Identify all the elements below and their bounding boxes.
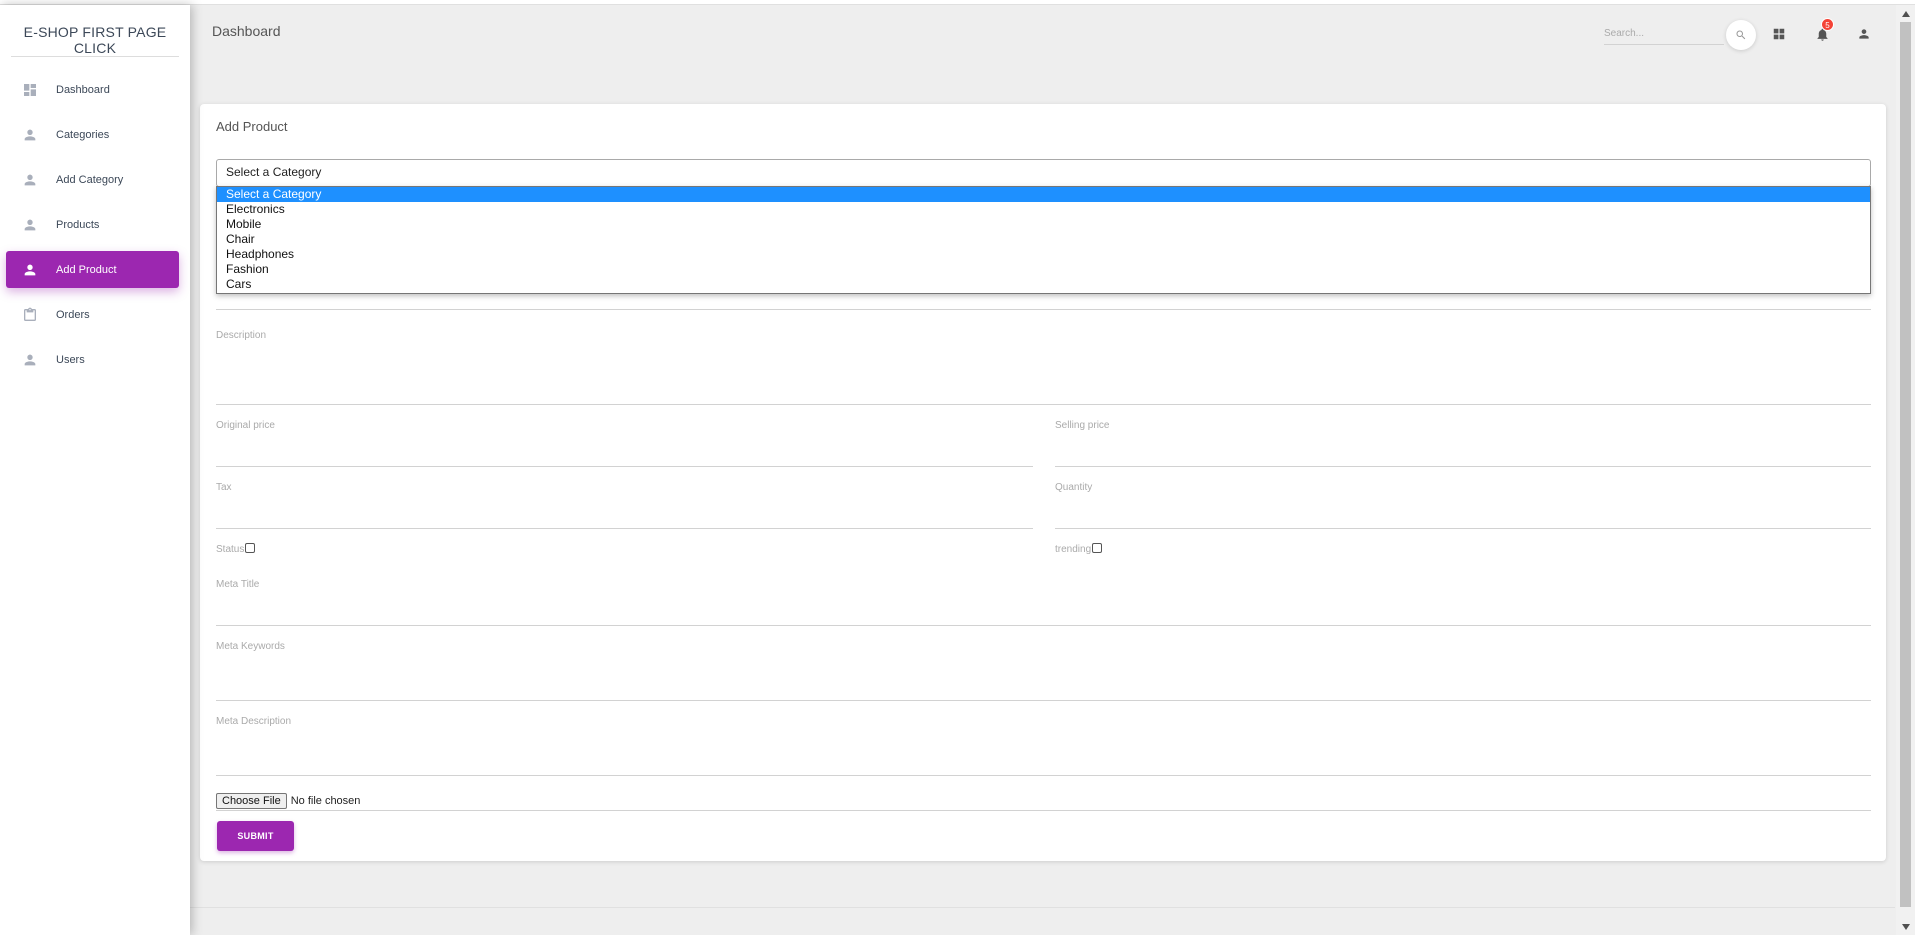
top-navbar: Dashboard 5 bbox=[190, 5, 1895, 57]
sidebar-nav: Dashboard Categories Add Category Produc… bbox=[0, 57, 190, 378]
sidebar-item-label: Orders bbox=[56, 308, 90, 321]
original-price-field[interactable]: Original price bbox=[216, 420, 1033, 467]
sidebar-item-categories[interactable]: Categories bbox=[6, 116, 179, 153]
field-underline bbox=[216, 625, 1871, 626]
trending-label: trending bbox=[1055, 544, 1092, 555]
sidebar-item-label: Add Category bbox=[56, 173, 124, 186]
quantity-field[interactable]: Quantity bbox=[1055, 482, 1871, 529]
person-icon bbox=[22, 217, 38, 233]
sidebar-item-label: Add Product bbox=[56, 263, 117, 276]
search-button[interactable] bbox=[1726, 20, 1756, 50]
meta-keywords-label: Meta Keywords bbox=[216, 641, 285, 652]
field-underline bbox=[216, 775, 1871, 776]
description-label: Description bbox=[216, 330, 267, 341]
dropdown-option[interactable]: Chair bbox=[217, 232, 1870, 247]
person-icon bbox=[22, 127, 38, 143]
search-icon bbox=[1736, 30, 1746, 40]
category-dropdown-list: Select a Category Electronics Mobile Cha… bbox=[216, 186, 1871, 294]
field-underline bbox=[216, 466, 1033, 467]
submit-button[interactable]: SUBMIT bbox=[217, 821, 294, 851]
quantity-label: Quantity bbox=[1055, 482, 1093, 493]
file-upload: Choose File No file chosen bbox=[216, 793, 360, 809]
sidebar-item-add-product[interactable]: Add Product bbox=[6, 251, 179, 288]
choose-file-button[interactable]: Choose File bbox=[216, 793, 287, 809]
dropdown-option[interactable]: Mobile bbox=[217, 217, 1870, 232]
dashboard-icon bbox=[22, 82, 38, 98]
scroll-up-arrow-icon[interactable] bbox=[1896, 5, 1915, 22]
person-icon bbox=[22, 172, 38, 188]
tax-label: Tax bbox=[216, 482, 232, 493]
selling-price-label: Selling price bbox=[1055, 420, 1110, 431]
clipboard-icon bbox=[22, 307, 38, 323]
field-underline bbox=[1055, 466, 1871, 467]
meta-title-label: Meta Title bbox=[216, 579, 260, 590]
field-underline bbox=[216, 700, 1871, 701]
card-title: Add Product bbox=[216, 119, 288, 134]
main-panel: Dashboard 5 Add Product Select a Categor… bbox=[190, 5, 1895, 935]
file-underline bbox=[216, 810, 1871, 811]
notification-badge: 5 bbox=[1821, 18, 1834, 31]
meta-title-field[interactable]: Meta Title bbox=[216, 579, 1871, 626]
field-underline bbox=[216, 404, 1871, 405]
field-underline bbox=[216, 528, 1033, 529]
sidebar-item-add-category[interactable]: Add Category bbox=[6, 161, 179, 198]
name-field-underline bbox=[216, 309, 1871, 310]
account-icon[interactable] bbox=[1857, 27, 1873, 43]
dropdown-option[interactable]: Cars bbox=[217, 277, 1870, 292]
person-icon bbox=[22, 262, 38, 278]
status-checkbox[interactable] bbox=[245, 542, 256, 553]
description-field[interactable]: Description bbox=[216, 330, 1871, 405]
status-row: Status bbox=[216, 542, 256, 555]
scroll-thumb[interactable] bbox=[1900, 22, 1911, 907]
scroll-down-arrow-icon[interactable] bbox=[1896, 918, 1915, 935]
sidebar-item-label: Categories bbox=[56, 128, 110, 141]
file-status-text: No file chosen bbox=[290, 795, 361, 807]
dropdown-option[interactable]: Electronics bbox=[217, 202, 1870, 217]
sidebar-item-orders[interactable]: Orders bbox=[6, 296, 179, 333]
sidebar-item-label: Dashboard bbox=[56, 83, 110, 96]
trending-checkbox[interactable] bbox=[1092, 542, 1103, 553]
dropdown-option[interactable]: Select a Category bbox=[217, 187, 1870, 202]
meta-description-field[interactable]: Meta Description bbox=[216, 716, 1871, 776]
dashboard-icon[interactable] bbox=[1772, 27, 1788, 43]
field-underline bbox=[1055, 528, 1871, 529]
original-price-label: Original price bbox=[216, 420, 275, 431]
sidebar: E-SHOP FIRST PAGE CLICK Dashboard Catego… bbox=[0, 5, 190, 935]
dropdown-option[interactable]: Fashion bbox=[217, 262, 1870, 277]
selling-price-field[interactable]: Selling price bbox=[1055, 420, 1871, 467]
sidebar-item-dashboard[interactable]: Dashboard bbox=[6, 71, 179, 108]
page-title: Dashboard bbox=[212, 23, 281, 39]
footer-divider bbox=[190, 907, 1895, 908]
sidebar-item-label: Users bbox=[56, 353, 85, 366]
dropdown-option[interactable]: Headphones bbox=[217, 247, 1870, 262]
brand-title[interactable]: E-SHOP FIRST PAGE CLICK bbox=[11, 5, 179, 57]
add-product-card: Add Product Select a Category Select a C… bbox=[200, 104, 1886, 861]
meta-keywords-field[interactable]: Meta Keywords bbox=[216, 641, 1871, 701]
status-label: Status bbox=[216, 544, 245, 555]
trending-row: trending bbox=[1055, 542, 1103, 555]
sidebar-item-products[interactable]: Products bbox=[6, 206, 179, 243]
search-input[interactable] bbox=[1604, 23, 1724, 45]
sidebar-item-users[interactable]: Users bbox=[6, 341, 179, 378]
tax-field[interactable]: Tax bbox=[216, 482, 1033, 529]
sidebar-item-label: Products bbox=[56, 218, 100, 231]
person-icon bbox=[22, 352, 38, 368]
category-select[interactable]: Select a Category bbox=[216, 159, 1871, 187]
meta-description-label: Meta Description bbox=[216, 716, 292, 727]
page-scrollbar[interactable] bbox=[1896, 5, 1915, 935]
